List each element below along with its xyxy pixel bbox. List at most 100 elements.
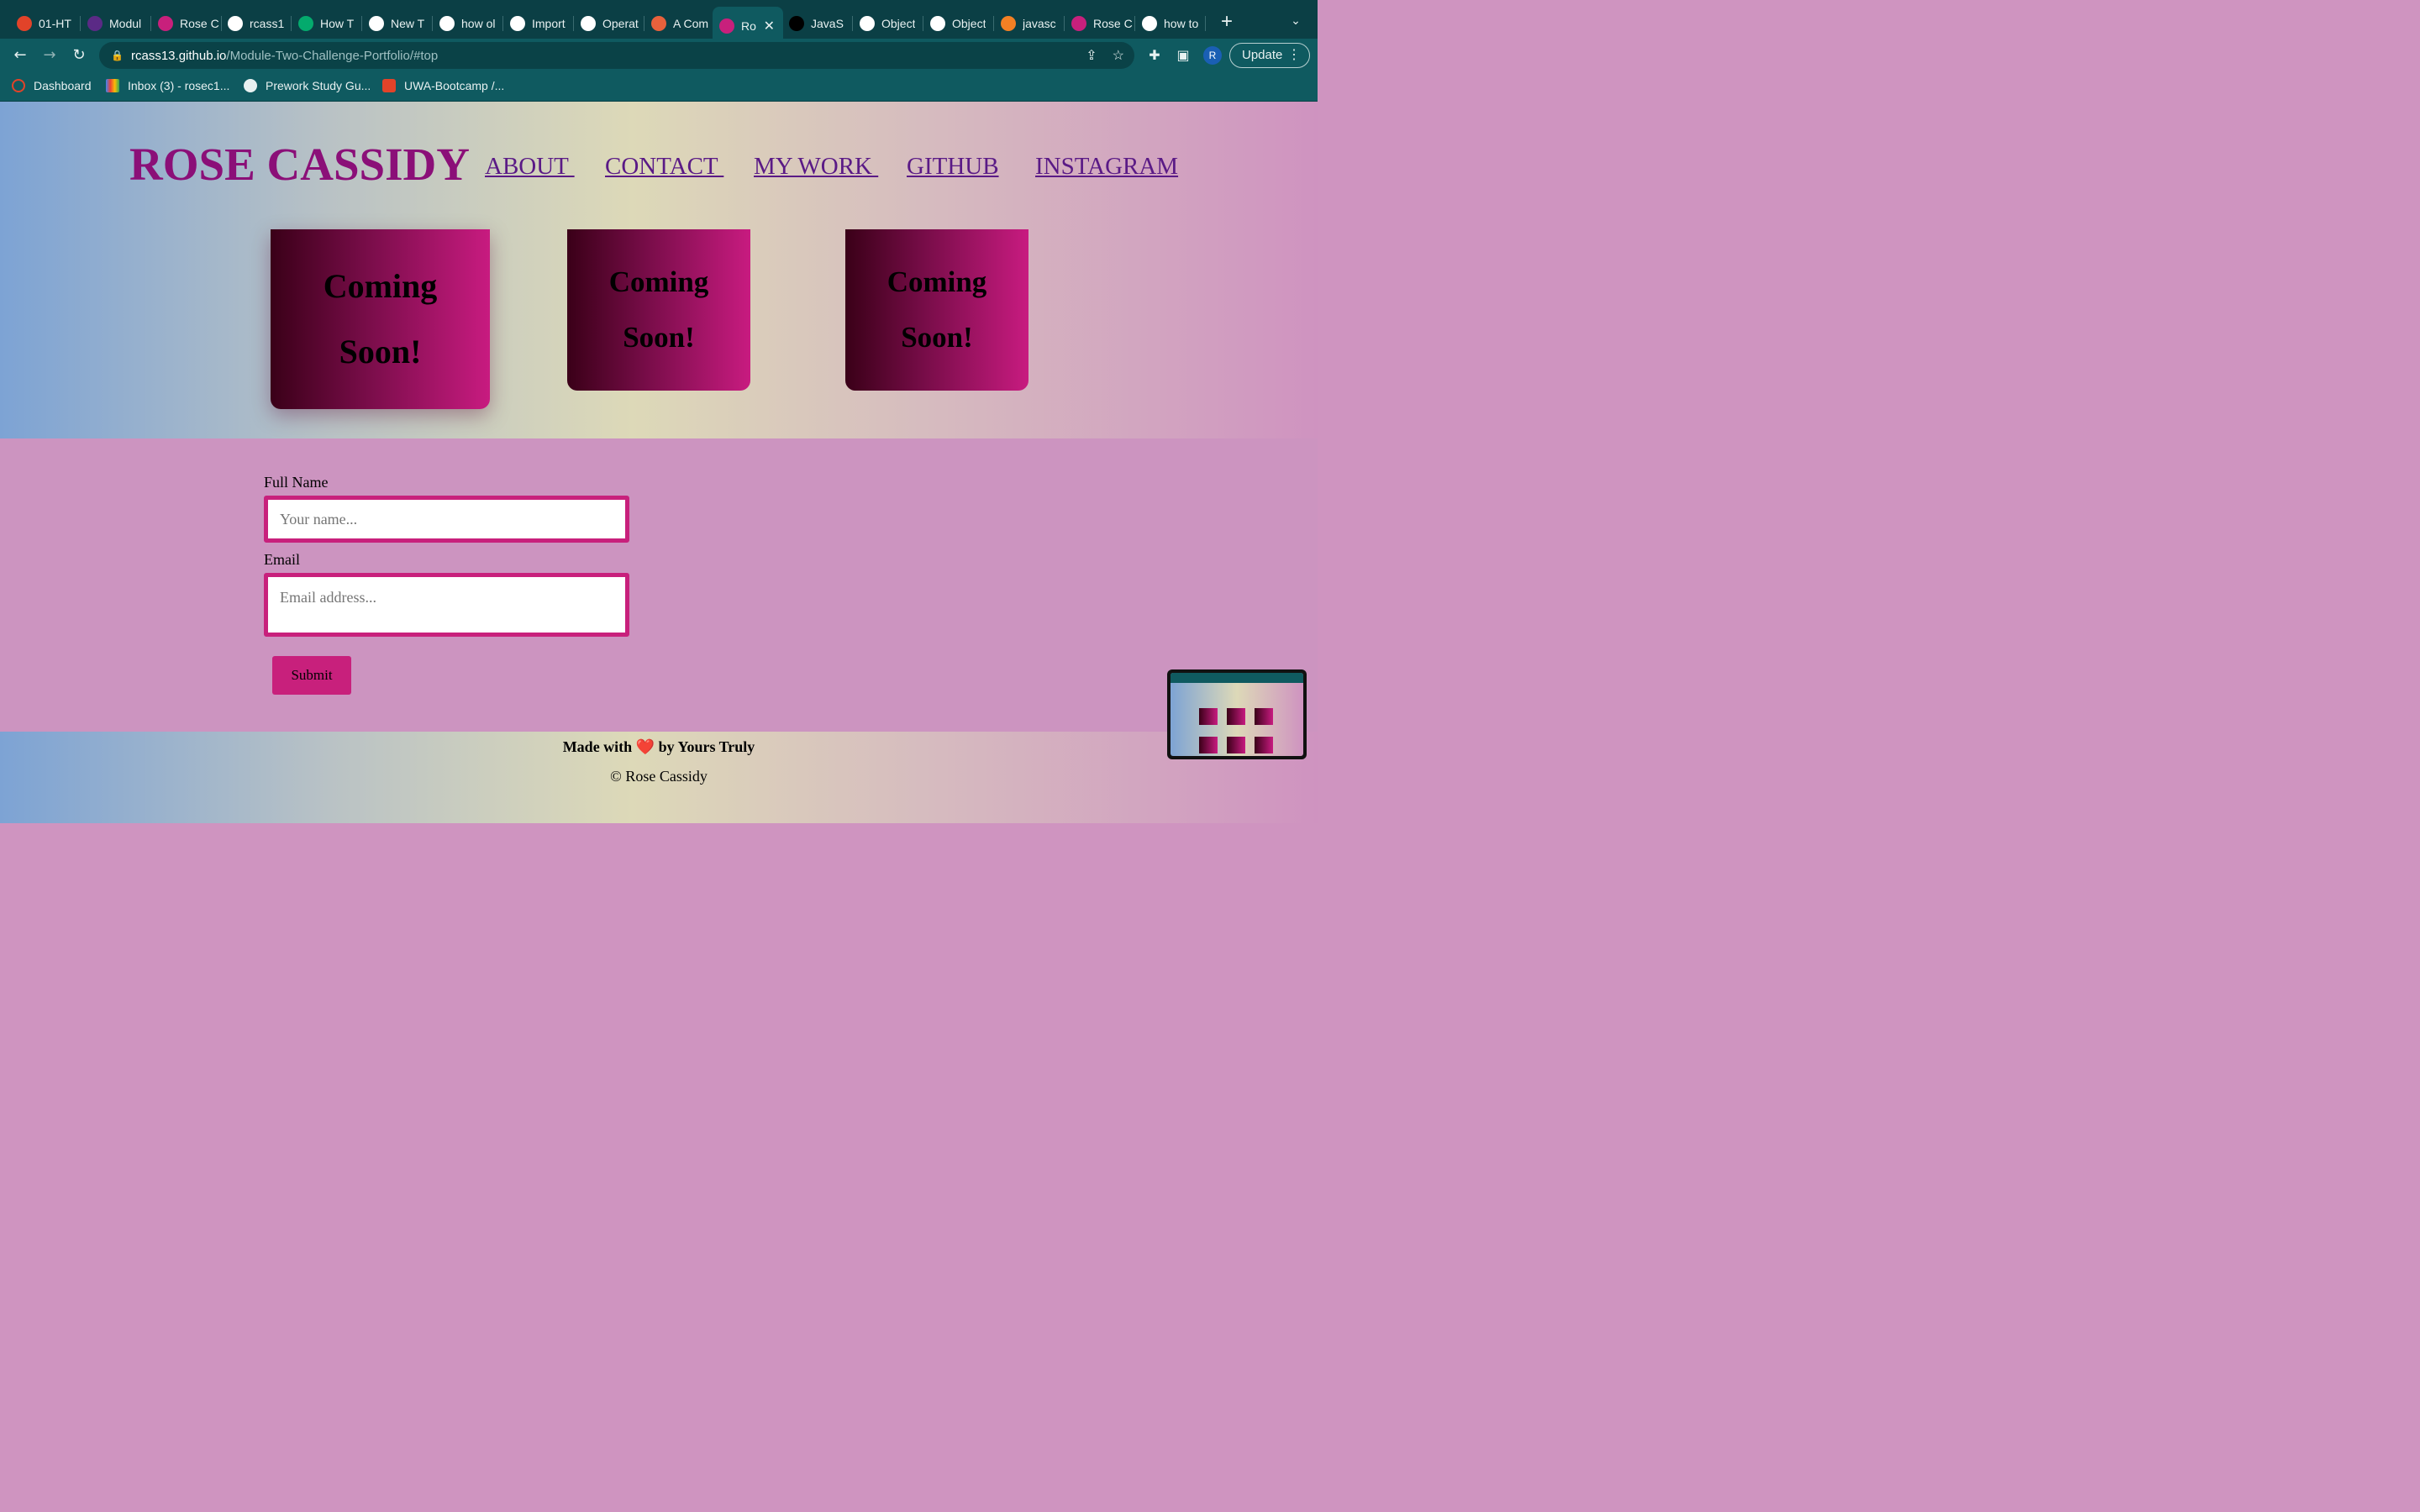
browser-tab[interactable]: JavaS	[782, 8, 853, 39]
bookmark-dashboard[interactable]: Dashboard	[12, 79, 92, 92]
bookmark-prework[interactable]: Prework Study Gu...	[244, 79, 371, 92]
nav-my-work-link[interactable]: MY WORK	[754, 151, 878, 181]
browser-tab[interactable]: New T	[362, 8, 433, 39]
project-card[interactable]: Coming Soon!	[271, 229, 490, 409]
nav-instagram-link[interactable]: INSTAGRAM	[1035, 151, 1178, 181]
card-line-1: Coming	[608, 265, 709, 298]
browser-tab[interactable]: Object	[853, 8, 923, 39]
card-line-1: Coming	[886, 265, 987, 298]
card-line-1: Coming	[323, 267, 438, 305]
bookmark-uwa[interactable]: UWA-Bootcamp /...	[382, 79, 504, 92]
made-suffix: by Yours Truly	[658, 738, 755, 755]
bookmark-label: Inbox (3) - rosec1...	[128, 79, 230, 92]
browser-tab[interactable]: Rose C	[1065, 8, 1135, 39]
back-arrow-icon[interactable]: ←	[10, 45, 30, 66]
profile-photo-icon	[158, 16, 173, 31]
browser-tab[interactable]: Rose C	[151, 8, 222, 39]
globe-icon	[930, 16, 945, 31]
update-label: Update	[1242, 48, 1283, 62]
url-host: rcass13.github.io	[131, 48, 227, 63]
preview-card	[1199, 708, 1218, 725]
tab-label: how ol	[461, 17, 496, 30]
contact-form-section	[0, 438, 1318, 732]
globe-icon	[581, 16, 596, 31]
made-with-text: Made with ❤️ by Yours Truly	[0, 738, 1318, 756]
tab-label: Rose C	[180, 17, 219, 30]
tab-label: Ro	[741, 19, 756, 33]
heart-icon: ❤️	[635, 738, 655, 755]
preview-card	[1199, 737, 1218, 753]
chrome-icon	[369, 16, 384, 31]
browser-tab[interactable]: How T	[292, 8, 362, 39]
tab-label: rcass1	[250, 17, 285, 30]
browser-tab[interactable]: how ol	[433, 8, 503, 39]
bookmarks-bar: Dashboard Inbox (3) - rosec1... Prework …	[0, 72, 1318, 102]
google-icon	[1142, 16, 1157, 31]
tab-label: Object	[881, 17, 916, 30]
full-name-input[interactable]	[264, 496, 629, 543]
email-input[interactable]	[264, 573, 629, 637]
tab-label: A Com	[673, 17, 709, 30]
preview-card	[1227, 737, 1245, 753]
address-bar[interactable]: 🔒 rcass13.github.io/Module-Two-Challenge…	[99, 42, 1134, 69]
preview-card	[1227, 708, 1245, 725]
dashboard-icon	[12, 79, 25, 92]
preview-thumbnail	[1171, 673, 1303, 756]
close-tab-icon[interactable]: ✕	[764, 18, 775, 34]
gitlab-icon	[17, 16, 32, 31]
extensions-puzzle-icon[interactable]: ✚	[1146, 47, 1163, 64]
bookmark-inbox[interactable]: Inbox (3) - rosec1...	[106, 79, 229, 92]
reload-icon[interactable]: ↻	[69, 45, 89, 66]
u-icon	[789, 16, 804, 31]
browser-tab[interactable]: 01-HT	[10, 8, 81, 39]
preview-card	[1255, 708, 1273, 725]
profile-photo-icon	[719, 18, 734, 34]
submit-button[interactable]: Submit	[272, 656, 351, 695]
forward-arrow-icon[interactable]: →	[39, 45, 60, 66]
browser-tab[interactable]: Object	[923, 8, 994, 39]
url-path: /Module-Two-Challenge-Portfolio/#top	[226, 48, 439, 63]
copyright-text: © Rose Cassidy	[610, 768, 708, 785]
nav-about-link[interactable]: ABOUT	[485, 151, 575, 181]
bookmark-label: Prework Study Gu...	[266, 79, 371, 92]
profile-avatar[interactable]: R	[1203, 46, 1222, 65]
browser-tab[interactable]: javasc	[994, 8, 1065, 39]
asterisk-icon	[651, 16, 666, 31]
nav-github-link[interactable]: GITHUB	[907, 151, 999, 181]
globe-icon	[860, 16, 875, 31]
browser-tab[interactable]: Import	[503, 8, 574, 39]
w-icon	[87, 16, 103, 31]
browser-tab[interactable]: rcass1	[221, 8, 292, 39]
tab-label: javasc	[1023, 17, 1056, 30]
browser-tab[interactable]: A Com	[644, 8, 715, 39]
browser-tab[interactable]: Operat	[574, 8, 644, 39]
github-icon	[228, 16, 243, 31]
bookmark-label: Dashboard	[34, 79, 92, 92]
card-line-2: Soon!	[901, 321, 973, 354]
tab-label: How T	[320, 17, 355, 30]
new-tab-button[interactable]: +	[1217, 12, 1237, 32]
tab-label: Modul	[109, 17, 142, 30]
tab-label: Operat	[602, 17, 639, 30]
tab-search-chevron-icon[interactable]: ⌄	[1287, 13, 1304, 30]
update-button[interactable]: Update ⋮	[1229, 43, 1310, 68]
globe-icon	[510, 16, 525, 31]
side-panel-icon[interactable]: ▣	[1175, 47, 1192, 64]
tab-label: 01-HT	[39, 17, 71, 30]
bookmark-star-icon[interactable]: ☆	[1113, 47, 1124, 64]
project-card[interactable]: Coming Soon!	[567, 229, 750, 391]
picture-in-picture-preview[interactable]	[1167, 669, 1307, 759]
project-card[interactable]: Coming Soon!	[845, 229, 1028, 391]
full-name-label: Full Name	[264, 474, 329, 491]
tab-label: New T	[391, 17, 425, 30]
share-icon[interactable]: ⇪	[1086, 47, 1097, 64]
browser-tab[interactable]: how to	[1135, 8, 1206, 39]
email-label: Email	[264, 551, 300, 568]
tab-label: Rose C	[1093, 17, 1133, 30]
card-line-2: Soon!	[339, 333, 422, 370]
card-line-2: Soon!	[623, 321, 695, 354]
browser-tab[interactable]: Modul	[81, 8, 151, 39]
more-menu-icon[interactable]: ⋮	[1287, 44, 1301, 67]
stackoverflow-icon	[1001, 16, 1016, 31]
nav-contact-link[interactable]: CONTACT	[605, 151, 723, 181]
